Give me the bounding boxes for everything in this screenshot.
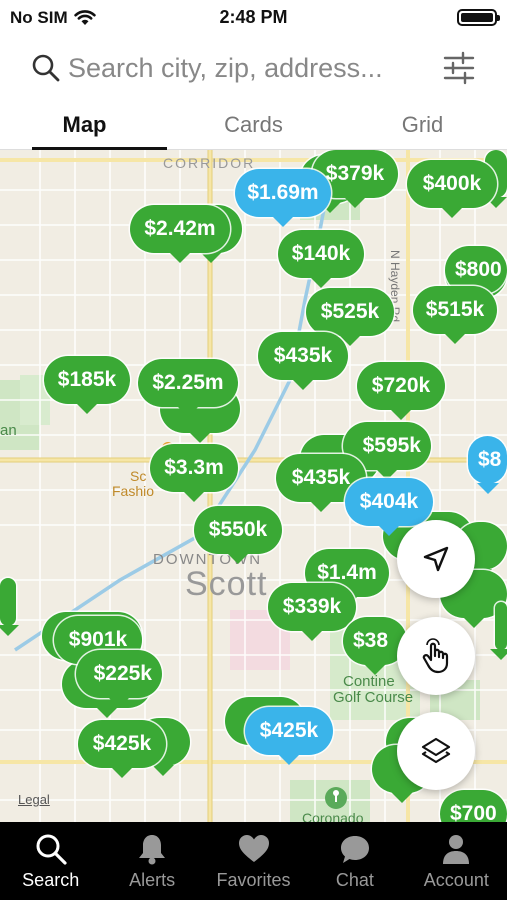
map-label-fashion-2: Fashio: [112, 483, 155, 499]
map-label-city: Scott: [185, 565, 268, 603]
map-label-fashion: Sc: [130, 468, 147, 484]
battery-icon: [457, 9, 500, 26]
map-layers-button[interactable]: [397, 712, 475, 790]
view-tabs: Map Cards Grid: [0, 100, 507, 150]
map-label-golf: Contine: [343, 673, 395, 690]
price-pin[interactable]: $700: [440, 790, 507, 822]
nav-label: Favorites: [216, 870, 291, 890]
nav-label: Search: [22, 870, 80, 890]
search-icon: [36, 834, 67, 865]
price-pin[interactable]: $2.42m: [130, 205, 230, 263]
nav-label: Alerts: [129, 870, 176, 890]
price-pin[interactable]: $140k: [278, 230, 364, 288]
price-pin[interactable]: $225k: [76, 650, 162, 708]
nav-label: Chat: [335, 870, 374, 890]
price-pin[interactable]: $404k: [345, 478, 433, 536]
bottom-nav: Search Alerts Favorites Chat Account: [0, 822, 507, 900]
price-pin[interactable]: [0, 578, 19, 636]
price-pin[interactable]: $425k: [245, 707, 333, 765]
search-input[interactable]: [68, 48, 428, 88]
tab-map[interactable]: Map: [0, 100, 169, 150]
current-location-button[interactable]: [397, 520, 475, 598]
tab-cards[interactable]: Cards: [169, 100, 338, 149]
status-bar: No SIM 2:48 PM: [0, 0, 507, 34]
price-pin[interactable]: [490, 602, 507, 660]
price-pin[interactable]: $515k: [413, 286, 497, 344]
search-icon: [32, 54, 60, 82]
price-pin[interactable]: $525k: [306, 288, 394, 346]
price-pin[interactable]: $2.25m: [138, 359, 238, 417]
draw-hand-icon: [422, 638, 449, 674]
carrier-label: No SIM: [10, 8, 68, 27]
price-pin[interactable]: $3.3m: [150, 444, 238, 502]
map-label-corridor: CORRIDOR: [163, 155, 256, 171]
map-view[interactable]: CORRIDOR DOWNTOWN Scott an Sc Fashio N H…: [0, 150, 507, 822]
nav-label: Account: [423, 870, 489, 890]
price-pin[interactable]: $425k: [78, 720, 166, 778]
price-pin[interactable]: $339k: [268, 583, 356, 641]
price-pin[interactable]: $435k: [258, 332, 348, 390]
map-label-coronado: Coronado: [302, 810, 364, 822]
nav-search[interactable]: Search: [0, 822, 101, 900]
price-pin[interactable]: $8: [468, 436, 507, 494]
tab-grid[interactable]: Grid: [338, 100, 507, 149]
nav-favorites[interactable]: Favorites: [203, 822, 304, 900]
bell-icon: [139, 835, 166, 865]
search-bar: [0, 38, 507, 98]
heart-icon: [238, 835, 269, 862]
nav-alerts[interactable]: Alerts: [101, 822, 202, 900]
price-pin[interactable]: $185k: [44, 356, 130, 414]
nav-chat[interactable]: Chat: [304, 822, 405, 900]
price-pin[interactable]: $720k: [357, 362, 445, 420]
chat-icon: [340, 836, 369, 863]
filter-sliders-icon[interactable]: [441, 50, 477, 86]
price-pin[interactable]: $400k: [407, 160, 497, 218]
map-label-park: an: [0, 422, 17, 439]
location-arrow-icon: [423, 546, 449, 572]
legal-link[interactable]: Legal: [18, 792, 50, 807]
price-pin[interactable]: $1.69m: [235, 169, 331, 227]
person-icon: [443, 835, 470, 864]
map-label-golf-2: Golf Course: [333, 689, 414, 706]
layers-icon: [421, 737, 451, 764]
draw-search-button[interactable]: [397, 617, 475, 695]
price-pin[interactable]: $550k: [194, 506, 282, 564]
nav-account[interactable]: Account: [406, 822, 507, 900]
wifi-icon: [73, 10, 96, 25]
carrier-status: No SIM: [10, 8, 96, 28]
